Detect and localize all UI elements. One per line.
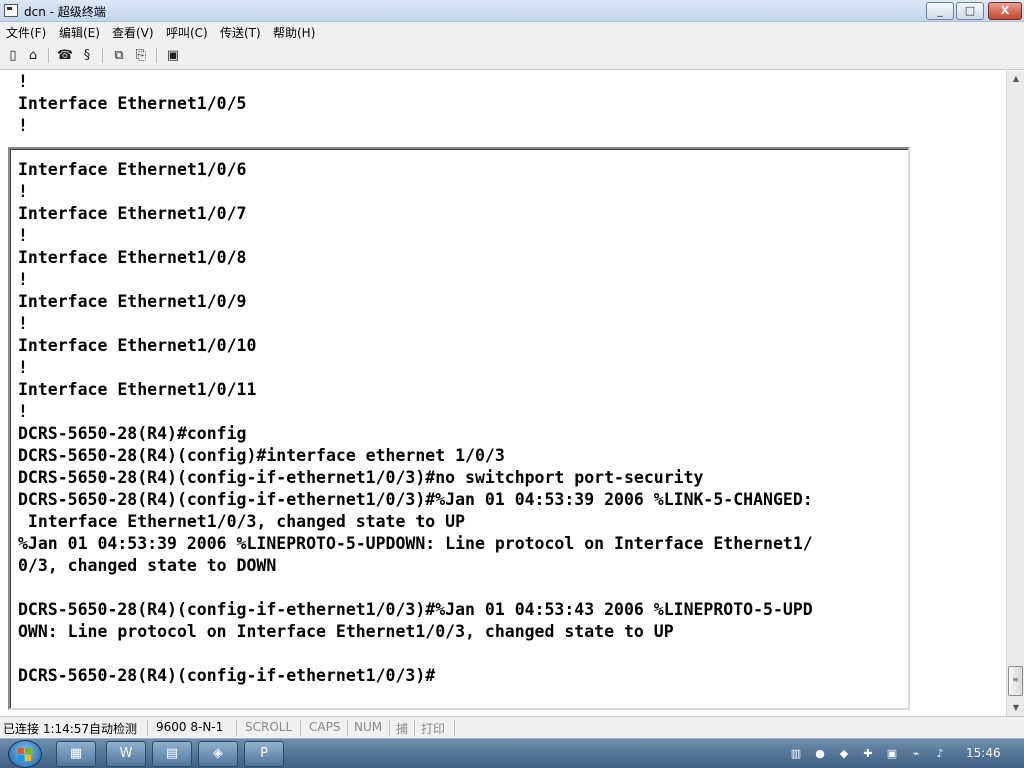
tray-volume-icon[interactable]: ♪: [932, 746, 948, 762]
vertical-scrollbar[interactable]: ▲ ≡ ▼: [1006, 71, 1024, 716]
terminal-line: !: [18, 116, 28, 135]
terminal-line: DCRS-5650-28(R4)(config)#interface ether…: [18, 446, 505, 465]
print-indicator: 打印: [421, 722, 446, 736]
app-icon: [4, 4, 18, 17]
terminal-line: !: [18, 402, 28, 421]
toolbar: ▯ ⌂ ☎ § ⧉ ⎘ ▣: [0, 42, 1024, 70]
terminal-line: DCRS-5650-28(R4)(config-if-ethernet1/0/3…: [18, 600, 813, 619]
num-lock-indicator: NUM: [354, 720, 383, 734]
tray-shield-icon[interactable]: ◆: [836, 746, 852, 762]
terminal-line: Interface Ethernet1/0/8: [18, 248, 247, 267]
new-file-icon[interactable]: ▯: [4, 47, 22, 64]
port-settings: 9600 8-N-1: [156, 720, 224, 734]
menu-view[interactable]: 查看(V): [110, 24, 156, 41]
auto-detect-status: 自动检测: [89, 722, 138, 736]
connect-icon[interactable]: ☎: [56, 47, 74, 64]
menu-file[interactable]: 文件(F): [4, 24, 48, 41]
menu-call[interactable]: 呼叫(C): [164, 24, 210, 41]
properties-icon[interactable]: ▣: [164, 47, 182, 64]
status-separator: [300, 720, 301, 736]
terminal-line: DCRS-5650-28(R4)#config: [18, 424, 247, 443]
terminal-line: DCRS-5650-28(R4)(config-if-ethernet1/0/3…: [18, 490, 813, 509]
send-icon[interactable]: ⧉: [110, 47, 128, 64]
windows-logo-icon: [18, 748, 32, 762]
menu-help[interactable]: 帮助(H): [271, 24, 317, 41]
terminal-line: 0/3, changed state to DOWN: [18, 556, 277, 575]
terminal-window[interactable]: ! Interface Ethernet1/0/5 ! Interface Et…: [0, 71, 1006, 716]
terminal-line: Interface Ethernet1/0/10: [18, 336, 257, 355]
scroll-down-arrow-icon[interactable]: ▼: [1007, 700, 1024, 716]
terminal-line: OWN: Line protocol on Interface Ethernet…: [18, 622, 674, 641]
open-folder-icon[interactable]: ⌂: [24, 47, 42, 64]
maximize-button[interactable]: □: [956, 2, 984, 20]
terminal-line: !: [18, 182, 28, 201]
tray-display-icon[interactable]: ▣: [884, 746, 900, 762]
menu-edit[interactable]: 编辑(E): [57, 24, 102, 41]
status-separator: [347, 720, 348, 736]
terminal-prompt-line: DCRS-5650-28(R4)(config-if-ethernet1/0/3…: [18, 666, 436, 685]
terminal-line: Interface Ethernet1/0/7: [18, 204, 247, 223]
toolbar-separator: [102, 48, 103, 63]
title-bar: dcn - 超级终端 _ □ X: [0, 0, 1024, 22]
terminal-line: !: [18, 358, 28, 377]
status-separator: [147, 720, 148, 736]
scroll-lock-indicator: SCROLL: [245, 720, 293, 734]
status-separator: [389, 720, 390, 736]
terminal-line: Interface Ethernet1/0/11: [18, 380, 257, 399]
tray-usb-icon[interactable]: ⌁: [908, 746, 924, 762]
tray-security-icon[interactable]: ✚: [860, 746, 876, 762]
terminal-line: !: [18, 72, 28, 91]
terminal-line: !: [18, 270, 28, 289]
taskbar: ▦ W ▤ ◈ P ▥ ● ◆ ✚ ▣ ⌁ ♪ 15:46: [0, 738, 1024, 768]
window-title: dcn - 超级终端: [24, 5, 106, 19]
connection-time: 已连接 1:14:57: [3, 722, 90, 736]
terminal-line: !: [18, 226, 28, 245]
taskbar-app-powerpoint-icon[interactable]: P: [244, 741, 284, 767]
tray-app-icon[interactable]: ●: [812, 746, 828, 762]
caps-lock-indicator: CAPS: [309, 720, 341, 734]
status-bar: 已连接 1:14:57 自动检测 9600 8-N-1 SCROLL CAPS …: [0, 716, 1024, 738]
disconnect-icon[interactable]: §: [78, 47, 96, 64]
status-separator: [236, 720, 237, 736]
terminal-line: Interface Ethernet1/0/9: [18, 292, 247, 311]
taskbar-app-hyperterminal-icon[interactable]: ◈: [198, 741, 238, 767]
terminal-line: !: [18, 314, 28, 333]
terminal-line: Interface Ethernet1/0/5: [18, 94, 247, 113]
menu-transfer[interactable]: 传送(T): [218, 24, 263, 41]
capture-indicator: 捕: [396, 722, 409, 736]
taskbar-clock[interactable]: 15:46: [966, 746, 1001, 760]
terminal-line: Interface Ethernet1/0/3, changed state t…: [18, 512, 466, 531]
taskbar-app-folder-icon[interactable]: ▤: [152, 741, 192, 767]
status-separator: [454, 720, 455, 736]
scrollbar-thumb[interactable]: ≡: [1008, 666, 1023, 696]
taskbar-app-explorer-icon[interactable]: ▦: [56, 741, 96, 767]
status-separator: [414, 720, 415, 736]
terminal-line: Interface Ethernet1/0/6: [18, 160, 247, 179]
terminal-line: %Jan 01 04:53:39 2006 %LINEPROTO-5-UPDOW…: [18, 534, 813, 553]
tray-network-icon[interactable]: ▥: [788, 746, 804, 762]
toolbar-separator: [156, 48, 157, 63]
start-button[interactable]: [8, 740, 42, 768]
terminal-line: DCRS-5650-28(R4)(config-if-ethernet1/0/3…: [18, 468, 704, 487]
scroll-up-arrow-icon[interactable]: ▲: [1007, 71, 1024, 87]
menu-bar: 文件(F) 编辑(E) 查看(V) 呼叫(C) 传送(T) 帮助(H): [0, 22, 1024, 42]
minimize-button[interactable]: _: [926, 2, 954, 20]
toolbar-separator: [48, 48, 49, 63]
close-button[interactable]: X: [988, 2, 1022, 20]
taskbar-app-word-icon[interactable]: W: [106, 741, 146, 767]
receive-icon[interactable]: ⎘: [132, 47, 150, 64]
